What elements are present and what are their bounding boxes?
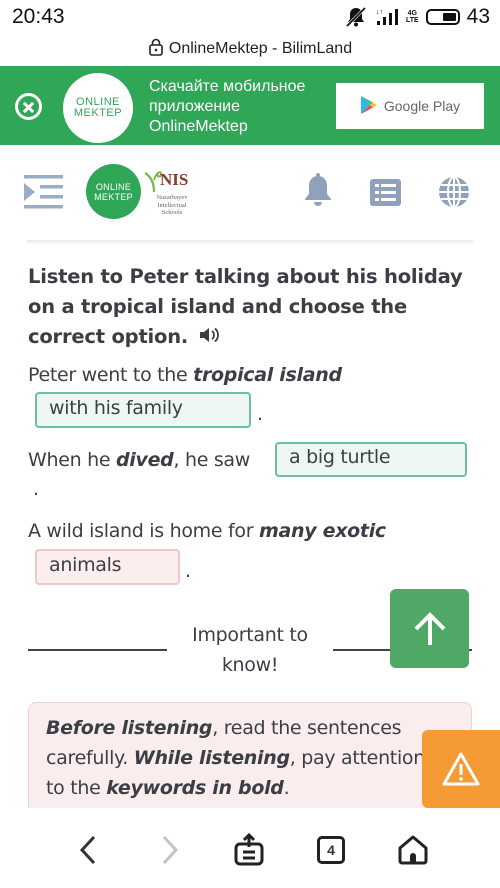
bell-icon[interactable] — [302, 173, 334, 209]
header-logo-line-1: ONLINE — [95, 181, 132, 192]
sentence-1-keyword: tropical island — [193, 364, 342, 386]
forward-button[interactable] — [150, 830, 190, 870]
status-bar: 20:43 ↓↑ 4G LTE 43 — [0, 0, 500, 34]
app-download-banner: ONLINE MEKTEP Скачайте мобильное приложе… — [0, 66, 500, 145]
header-onlinemektep-logo[interactable]: ONLINE MEKTEP — [86, 164, 141, 219]
google-play-label: Google Play — [383, 98, 461, 114]
tip-text-2: carefully. — [46, 747, 134, 769]
task-title: Listen to Peter talking about his holida… — [28, 262, 468, 353]
chevron-left-icon — [79, 835, 96, 865]
tab-count: 4 — [317, 836, 345, 864]
network-type-icon: 4G LTE — [406, 10, 419, 24]
share-icon — [234, 833, 264, 866]
sentence-3-keyword: many exotic — [258, 520, 386, 542]
sentence-2: When he dived, he saw — [28, 449, 250, 471]
warning-icon — [442, 752, 480, 786]
logo-line-2: MEKTEP — [73, 107, 123, 119]
tip-text-4: to the — [46, 777, 107, 799]
sentence-1-text: Peter went to the — [28, 364, 194, 386]
scroll-to-top-button[interactable] — [390, 589, 469, 668]
tip-keyword-bold: keywords in bold — [106, 777, 284, 799]
network-label: 4G — [407, 10, 417, 17]
header-divider — [27, 240, 473, 242]
sentence-2-keyword: dived — [115, 449, 174, 471]
arrow-up-icon — [414, 611, 445, 645]
answer-dropdown-1[interactable]: with his family — [35, 392, 251, 428]
tip-text: Before listening, read the sentences car… — [46, 713, 471, 803]
play-store-icon — [360, 95, 378, 118]
sentence-3-period: . — [185, 560, 191, 582]
task-section: Listen to Peter talking about his holida… — [28, 262, 468, 353]
home-icon — [398, 835, 428, 865]
lock-icon — [148, 38, 164, 60]
audio-speaker-icon[interactable] — [199, 323, 221, 353]
menu-icon[interactable] — [24, 175, 63, 209]
sentence-2-text: When he — [28, 449, 116, 471]
important-heading: Important to know! — [192, 624, 308, 676]
status-icons: ↓↑ 4G LTE 43 — [344, 5, 490, 29]
task-title-text: Listen to Peter talking about his holida… — [28, 265, 463, 348]
page-title: OnlineMektep - BilimLand — [168, 40, 353, 57]
sentence-1: Peter went to the tropical island — [28, 364, 342, 386]
tip-keyword-before: Before listening — [46, 717, 213, 739]
answer-dropdown-2[interactable]: a big turtle — [275, 442, 467, 477]
tip-text-3: , pay attention — [289, 747, 426, 769]
header-logo-line-2: MEKTEP — [94, 191, 133, 202]
chevron-right-icon — [162, 835, 179, 865]
sentence-3: A wild island is home for many exotic — [28, 520, 386, 542]
onlinemektep-logo: ONLINE MEKTEP — [63, 73, 133, 143]
tip-text-1: , read the sentences — [212, 717, 402, 739]
close-banner-button[interactable] — [15, 93, 42, 120]
sentence-2-text-after: , he saw — [173, 449, 251, 471]
svg-text:↓↑: ↓↑ — [376, 9, 383, 16]
back-button[interactable] — [68, 830, 108, 870]
nis-logo: NIS Nazarbayev Intellectual Schools — [144, 166, 194, 221]
battery-percent: 43 — [466, 5, 490, 28]
tip-keyword-while: While listening — [133, 747, 290, 769]
sentence-1-period: . — [257, 403, 263, 425]
banner-text: Скачайте мобильное приложение OnlineMekt… — [149, 78, 306, 135]
tip-text-5: . — [283, 777, 290, 799]
mute-icon — [344, 6, 368, 28]
browser-bottom-nav: 4 — [0, 808, 500, 888]
nis-title: NIS — [160, 170, 189, 189]
tabs-button[interactable]: 4 — [311, 830, 351, 870]
url-bar[interactable]: OnlineMektep - BilimLand — [0, 34, 500, 64]
divider-left — [28, 649, 167, 651]
home-button[interactable] — [393, 830, 433, 870]
share-button[interactable] — [229, 830, 269, 870]
sentence-3-text: A wild island is home for — [28, 520, 259, 542]
list-icon[interactable] — [370, 173, 402, 209]
nis-subtitle: Nazarbayev Intellectual Schools — [156, 194, 188, 216]
tip-box: Before listening, read the sentences car… — [28, 702, 472, 810]
battery-icon — [425, 9, 460, 25]
answer-dropdown-3[interactable]: animals — [35, 549, 180, 585]
network-sub-label: LTE — [405, 17, 419, 24]
signal-icon: ↓↑ — [375, 7, 399, 27]
sentence-2-period: . — [33, 478, 39, 500]
report-warning-button[interactable] — [422, 730, 500, 808]
globe-icon[interactable] — [438, 173, 470, 209]
google-play-button[interactable]: Google Play — [336, 83, 484, 129]
status-time: 20:43 — [12, 5, 65, 28]
